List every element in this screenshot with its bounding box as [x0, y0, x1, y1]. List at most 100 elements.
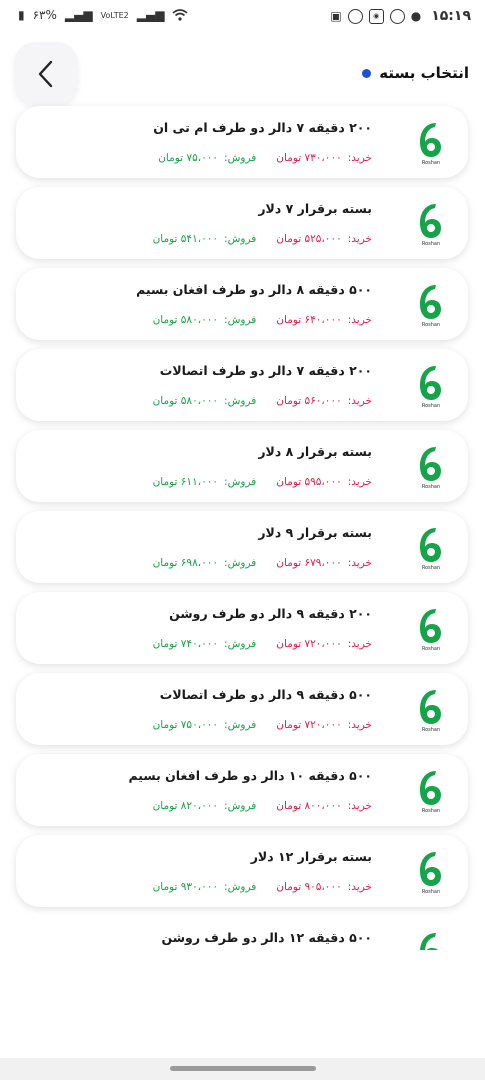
package-name: ۲۰۰ دقیقه ۷ دالر دو طرف ام تی ان [153, 120, 372, 135]
buy-label: خرید: [347, 476, 372, 488]
sell-value: ۹۳۰،۰۰۰ تومان [152, 881, 219, 893]
buy-price: خرید: ۷۲۰،۰۰۰ تومان [276, 719, 372, 731]
whatsapp-icon [389, 8, 405, 24]
buy-value: ۷۲۰،۰۰۰ تومان [276, 638, 342, 650]
roshan-logo-icon: Roshan [414, 120, 448, 166]
sell-value: ۶۱۱،۰۰۰ تومان [152, 476, 219, 488]
buy-price: خرید: ۵۹۵،۰۰۰ تومان [276, 476, 372, 488]
price-row: خرید: ۷۲۰،۰۰۰ تومان فروش: ۷۴۰،۰۰۰ تومان [153, 638, 372, 650]
buy-value: ۶۴۰،۰۰۰ تومان [276, 314, 342, 326]
status-bar: ▮ ۶۳% ▂▄▆ VoLTE2 ▂▄▆ ▣ ◉ ● ۱۵:۱۹ [0, 0, 485, 36]
message-icon: ● [410, 9, 422, 23]
package-name: ۵۰۰ دقیقه ۹ دالر دو طرف اتصالات [159, 687, 372, 702]
package-card[interactable]: Roshan بسته برقرار ۷ دلار خرید: ۵۲۵،۰۰۰ توم… [16, 187, 468, 259]
page-title: انتخاب بسته [379, 64, 469, 82]
network-label: VoLTE2 [100, 10, 129, 20]
package-card[interactable]: Roshan ۵۰۰ دقیقه ۱۲ دالر دو طرف روشن [16, 916, 468, 950]
nav-handle[interactable] [170, 1066, 316, 1071]
price-row: خرید: ۵۲۵،۰۰۰ تومان فروش: ۵۴۱،۰۰۰ تومان [153, 233, 372, 245]
roshan-logo-icon: Roshan [414, 606, 448, 652]
package-name: ۲۰۰ دقیقه ۹ دالر دو طرف روشن [169, 606, 372, 621]
sell-price: فروش: ۷۵۰،۰۰۰ تومان [153, 719, 257, 731]
buy-value: ۸۰۰،۰۰۰ تومان [276, 800, 342, 812]
sell-price: فروش: ۷۴۰،۰۰۰ تومان [153, 638, 257, 650]
buy-value: ۷۳۰،۰۰۰ تومان [276, 152, 342, 164]
sell-label: فروش: [224, 557, 257, 569]
sell-value: ۵۸۰،۰۰۰ تومان [152, 314, 219, 326]
price-row: خرید: ۸۰۰،۰۰۰ تومان فروش: ۸۲۰،۰۰۰ تومان [153, 800, 372, 812]
app-icon [347, 8, 363, 24]
buy-label: خرید: [347, 800, 372, 812]
package-card[interactable]: Roshan بسته برقرار ۹ دلار خرید: ۶۷۹،۰۰۰ توم… [16, 511, 468, 583]
sell-value: ۵۸۰،۰۰۰ تومان [152, 395, 219, 407]
back-button[interactable] [14, 42, 78, 106]
price-row: خرید: ۶۴۰،۰۰۰ تومان فروش: ۵۸۰،۰۰۰ تومان [153, 314, 372, 326]
package-card[interactable]: Roshan ۵۰۰ دقیقه ۹ دالر دو طرف اتصالات خری… [16, 673, 468, 745]
package-card[interactable]: Roshan ۵۰۰ دقیقه ۱۰ دالر دو طرف افغان بسی… [16, 754, 468, 826]
sell-price: فروش: ۹۳۰،۰۰۰ تومان [153, 881, 257, 893]
signal-icon: ▂▄▆ [64, 8, 93, 22]
package-card[interactable]: Roshan ۲۰۰ دقیقه ۷ دالر دو طرف ام تی ان خر… [16, 106, 468, 178]
sell-value: ۷۴۰،۰۰۰ تومان [152, 638, 219, 650]
package-card[interactable]: Roshan بسته برقرار ۱۲ دلار خرید: ۹۰۵،۰۰۰ تو… [16, 835, 468, 907]
buy-label: خرید: [347, 395, 372, 407]
package-name: بسته برقرار ۷ دلار [258, 201, 372, 216]
buy-label: خرید: [347, 719, 372, 731]
price-row: خرید: ۵۹۵،۰۰۰ تومان فروش: ۶۱۱،۰۰۰ تومان [153, 476, 372, 488]
price-row: خرید: ۹۰۵،۰۰۰ تومان فروش: ۹۳۰،۰۰۰ تومان [153, 881, 372, 893]
buy-price: خرید: ۹۰۵،۰۰۰ تومان [276, 881, 372, 893]
buy-price: خرید: ۸۰۰،۰۰۰ تومان [276, 800, 372, 812]
package-card[interactable]: Roshan ۲۰۰ دقیقه ۹ دالر دو طرف روشن خرید: ۷… [16, 592, 468, 664]
title-dot [362, 68, 372, 78]
signal-icon-2: ▂▄▆ [136, 8, 165, 22]
sell-label: فروش: [224, 476, 257, 488]
buy-price: خرید: ۵۲۵،۰۰۰ تومان [276, 233, 372, 245]
sell-label: فروش: [224, 152, 257, 164]
svg-text:Roshan: Roshan [422, 808, 440, 814]
price-row: خرید: ۷۳۰،۰۰۰ تومان فروش: ۷۵،۰۰۰ تومان [158, 152, 372, 164]
buy-label: خرید: [347, 881, 372, 893]
buy-value: ۶۷۹،۰۰۰ تومان [276, 557, 342, 569]
svg-text:Roshan: Roshan [422, 160, 440, 166]
battery-level: ۶۳% [32, 8, 57, 22]
buy-label: خرید: [347, 638, 372, 650]
buy-value: ۹۰۵،۰۰۰ تومان [276, 881, 342, 893]
sell-label: فروش: [224, 719, 257, 731]
clock: ۱۵:۱۹ [431, 8, 471, 24]
package-name: ۵۰۰ دقیقه ۱۰ دالر دو طرف افغان بسیم [128, 768, 372, 783]
sell-value: ۶۹۸،۰۰۰ تومان [152, 557, 219, 569]
buy-value: ۵۶۰،۰۰۰ تومان [276, 395, 342, 407]
svg-text:Roshan: Roshan [422, 322, 440, 328]
sell-price: فروش: ۶۹۸،۰۰۰ تومان [153, 557, 257, 569]
page-header: انتخاب بسته [362, 64, 469, 82]
svg-text:Roshan: Roshan [422, 241, 440, 247]
buy-price: خرید: ۷۳۰،۰۰۰ تومان [276, 152, 372, 164]
buy-value: ۷۲۰،۰۰۰ تومان [276, 719, 342, 731]
price-row: خرید: ۷۲۰،۰۰۰ تومان فروش: ۷۵۰،۰۰۰ تومان [153, 719, 372, 731]
package-card[interactable]: Roshan ۲۰۰ دقیقه ۷ دالر دو طرف اتصالات خری… [16, 349, 468, 421]
buy-price: خرید: ۷۲۰،۰۰۰ تومان [276, 638, 372, 650]
roshan-logo-icon: Roshan [414, 525, 448, 571]
svg-text:Roshan: Roshan [422, 403, 440, 409]
sell-price: فروش: ۸۲۰،۰۰۰ تومان [153, 800, 257, 812]
sell-price: فروش: ۶۱۱،۰۰۰ تومان [153, 476, 257, 488]
status-right: ▣ ◉ ● ۱۵:۱۹ [330, 8, 471, 24]
gallery-icon: ▣ [330, 9, 342, 23]
package-card[interactable]: Roshan ۵۰۰ دقیقه ۸ دالر دو طرف افغان بسیم… [16, 268, 468, 340]
svg-text:Roshan: Roshan [422, 484, 440, 490]
package-name: ۲۰۰ دقیقه ۷ دالر دو طرف اتصالات [159, 363, 372, 378]
buy-price: خرید: ۶۴۰،۰۰۰ تومان [276, 314, 372, 326]
buy-value: ۵۹۵،۰۰۰ تومان [276, 476, 342, 488]
roshan-logo-icon: Roshan [414, 930, 448, 950]
sell-value: ۷۵،۰۰۰ تومان [158, 152, 219, 164]
nav-bar [0, 1058, 485, 1080]
buy-label: خرید: [347, 557, 372, 569]
roshan-logo-icon: Roshan [414, 363, 448, 409]
sell-price: فروش: ۵۸۰،۰۰۰ تومان [153, 314, 257, 326]
roshan-logo-icon: Roshan [414, 768, 448, 814]
battery-icon: ▮ [18, 8, 25, 22]
buy-label: خرید: [347, 152, 372, 164]
package-list: Roshan ۲۰۰ دقیقه ۷ دالر دو طرف ام تی ان خر… [16, 106, 468, 959]
package-name: بسته برقرار ۹ دلار [258, 525, 372, 540]
package-card[interactable]: Roshan بسته برقرار ۸ دلار خرید: ۵۹۵،۰۰۰ توم… [16, 430, 468, 502]
